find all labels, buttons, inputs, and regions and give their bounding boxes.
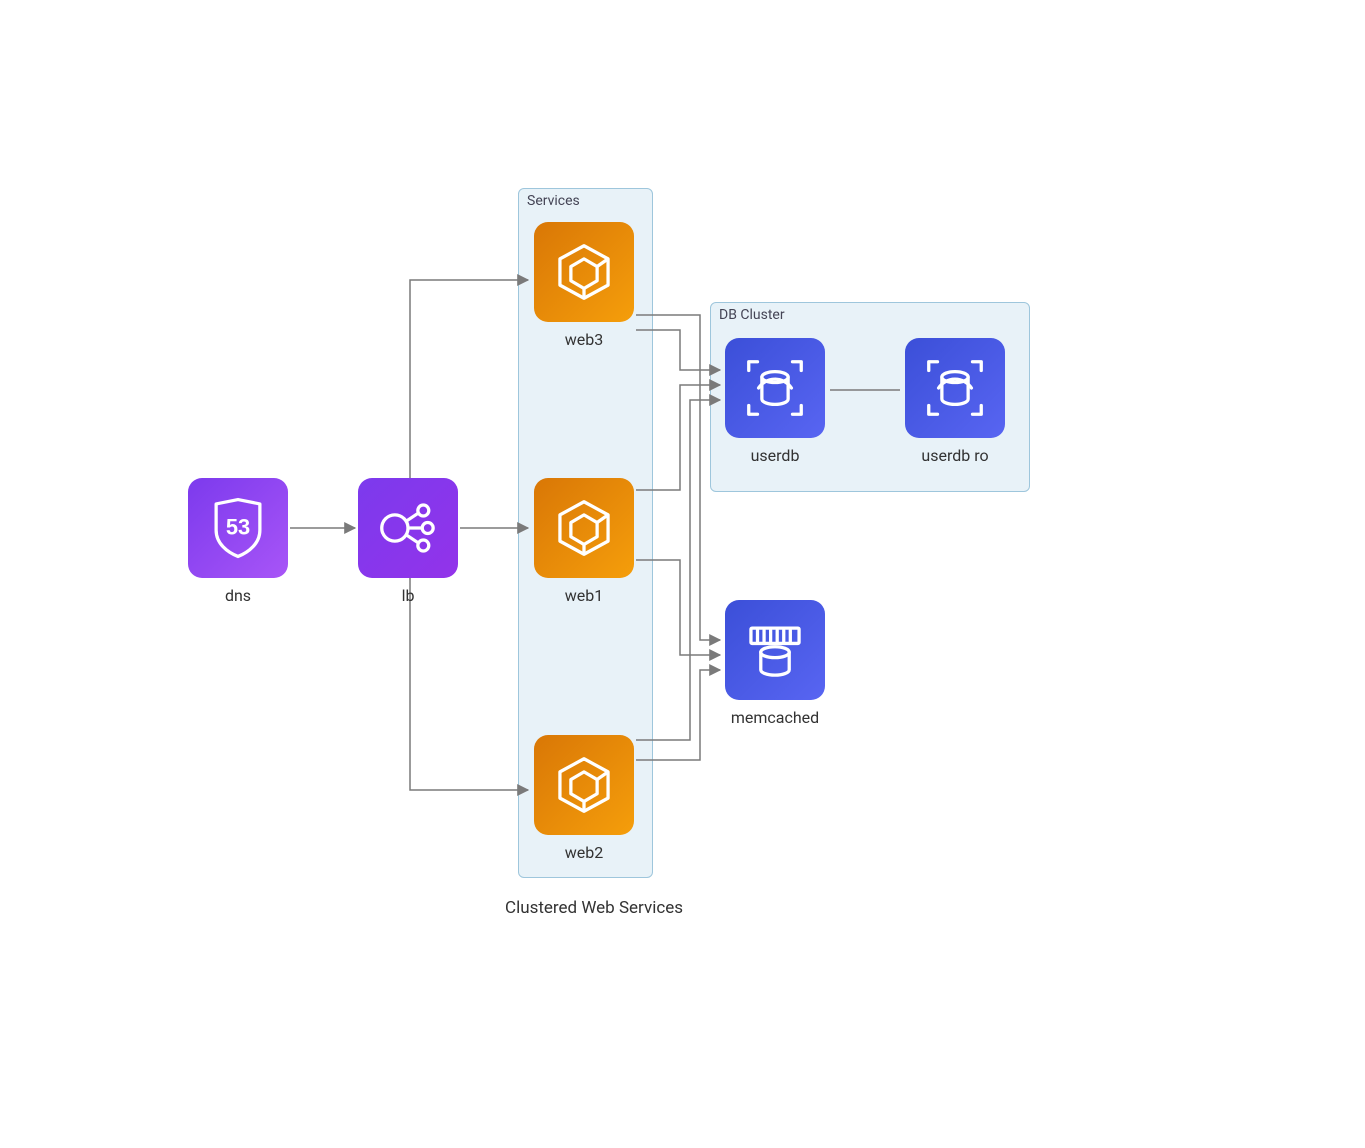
- diagram-caption: Clustered Web Services: [505, 898, 683, 918]
- rds-icon: [725, 338, 825, 438]
- group-dbcluster-title: DB Cluster: [719, 307, 785, 323]
- node-web3-label: web3: [534, 330, 634, 349]
- node-dns-label: dns: [188, 586, 288, 605]
- node-memcached-label: memcached: [725, 708, 825, 727]
- node-userdbro: userdb ro: [905, 338, 1005, 465]
- elasticache-icon: [725, 600, 825, 700]
- node-memcached: memcached: [725, 600, 825, 727]
- node-lb-label: lb: [358, 586, 458, 605]
- node-userdb: userdb: [725, 338, 825, 465]
- node-dns: 53 dns: [188, 478, 288, 605]
- node-userdbro-label: userdb ro: [905, 446, 1005, 465]
- ecs-icon: [534, 478, 634, 578]
- ecs-icon: [534, 222, 634, 322]
- node-web2: web2: [534, 735, 634, 862]
- elb-icon: [358, 478, 458, 578]
- node-lb: lb: [358, 478, 458, 605]
- diagram-canvas: Services DB Cluster: [0, 0, 1365, 1148]
- node-web1: web1: [534, 478, 634, 605]
- node-userdb-label: userdb: [725, 446, 825, 465]
- node-web2-label: web2: [534, 843, 634, 862]
- rds-icon: [905, 338, 1005, 438]
- route53-icon: 53: [188, 478, 288, 578]
- group-services-title: Services: [527, 193, 580, 209]
- node-web3: web3: [534, 222, 634, 349]
- node-web1-label: web1: [534, 586, 634, 605]
- ecs-icon: [534, 735, 634, 835]
- svg-text:53: 53: [226, 515, 250, 540]
